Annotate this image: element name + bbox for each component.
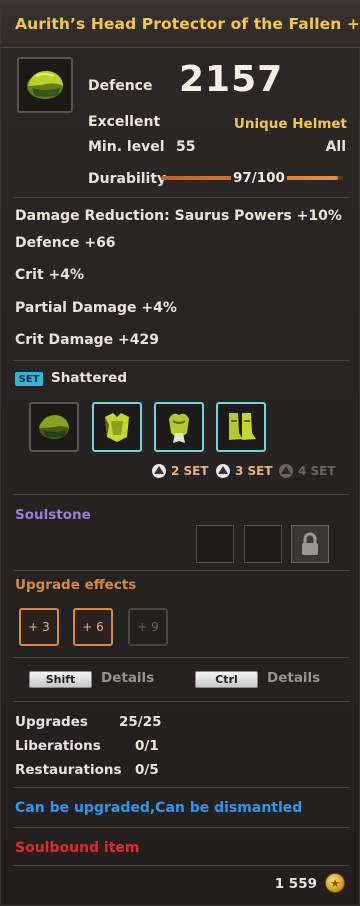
set-count-4: 4 SET bbox=[278, 463, 336, 479]
boots-icon bbox=[229, 413, 256, 440]
set-item-helmet[interactable] bbox=[29, 402, 79, 452]
durability-label: Durability bbox=[88, 171, 167, 187]
item-tooltip: Aurith’s Head Protector of the Fallen +6… bbox=[0, 0, 360, 906]
min-level-value: 55 bbox=[176, 139, 196, 155]
helmet-icon bbox=[27, 70, 63, 99]
set-item-chest[interactable] bbox=[92, 402, 142, 452]
divider bbox=[13, 570, 349, 571]
title-bar: Aurith’s Head Protector of the Fallen +6 bbox=[1, 1, 360, 48]
defence-value: 2157 bbox=[179, 59, 284, 100]
divider bbox=[13, 657, 349, 658]
divider bbox=[13, 865, 349, 866]
restaurations-value: 0/5 bbox=[135, 762, 159, 778]
chest-armor-icon bbox=[105, 413, 129, 442]
stat-line: Defence +66 bbox=[15, 235, 116, 251]
item-type: Unique Helmet bbox=[233, 116, 347, 132]
shift-key[interactable]: Shift bbox=[29, 671, 92, 688]
soulbound-note: Soulbound item bbox=[15, 840, 140, 856]
upgrade-level-6[interactable]: + 6 bbox=[73, 608, 113, 646]
upgradable-note: Can be upgraded,Can be dismantled bbox=[15, 800, 303, 816]
set-triangle-icon bbox=[279, 464, 293, 478]
lock-icon bbox=[302, 532, 318, 555]
divider bbox=[13, 494, 349, 495]
divider bbox=[13, 701, 349, 702]
stat-line: Crit +4% bbox=[15, 267, 85, 283]
divider bbox=[13, 197, 349, 198]
item-class: All bbox=[325, 139, 346, 155]
stat-line: Crit Damage +429 bbox=[15, 332, 159, 348]
liberations-label: Liberations bbox=[15, 738, 101, 754]
item-icon-frame bbox=[17, 57, 73, 113]
set-count-label: 3 SET bbox=[235, 464, 273, 478]
set-count-label: 4 SET bbox=[298, 464, 336, 478]
set-count-2: 2 SET bbox=[151, 463, 209, 479]
gold-coin-icon: ★ bbox=[325, 873, 345, 893]
stat-line: Partial Damage +4% bbox=[15, 300, 177, 316]
defence-label: Defence bbox=[88, 78, 153, 94]
sell-price: 1 559 bbox=[274, 876, 317, 892]
restaurations-label: Restaurations bbox=[15, 762, 122, 778]
divider bbox=[13, 360, 349, 361]
set-name: Shattered bbox=[51, 370, 127, 386]
helmet-icon bbox=[39, 415, 69, 439]
liberations-value: 0/1 bbox=[135, 738, 159, 754]
ctrl-key[interactable]: Ctrl bbox=[195, 671, 258, 688]
set-triangle-icon bbox=[216, 464, 230, 478]
upgrade-effects-label: Upgrade effects bbox=[15, 577, 137, 593]
upgrades-label: Upgrades bbox=[15, 714, 88, 730]
set-count-label: 2 SET bbox=[171, 464, 209, 478]
soulstone-slot[interactable] bbox=[196, 525, 234, 563]
shift-details-label: Details bbox=[101, 670, 155, 686]
gloves-icon bbox=[169, 413, 189, 443]
stat-line: Damage Reduction: Saurus Powers +10% bbox=[15, 208, 342, 224]
min-level-label: Min. level bbox=[88, 139, 165, 155]
item-title: Aurith’s Head Protector of the Fallen +6 bbox=[15, 15, 360, 33]
durability-value: 97/100 bbox=[231, 170, 287, 186]
set-count-3: 3 SET bbox=[215, 463, 273, 479]
upgrade-level-3[interactable]: + 3 bbox=[19, 608, 59, 646]
set-badge: SET bbox=[15, 372, 43, 386]
soulstone-slot[interactable] bbox=[244, 525, 282, 563]
soulstone-label: Soulstone bbox=[15, 507, 91, 523]
set-item-boots[interactable] bbox=[216, 402, 266, 452]
quality-label: Excellent bbox=[88, 114, 161, 130]
divider bbox=[13, 827, 349, 828]
ctrl-details-label: Details bbox=[267, 670, 321, 686]
set-item-gloves[interactable] bbox=[154, 402, 204, 452]
upgrades-value: 25/25 bbox=[119, 714, 162, 730]
set-triangle-icon bbox=[152, 464, 166, 478]
divider bbox=[13, 787, 349, 788]
soulstone-slot-locked[interactable] bbox=[291, 525, 329, 563]
upgrade-level-9[interactable]: + 9 bbox=[128, 608, 168, 646]
